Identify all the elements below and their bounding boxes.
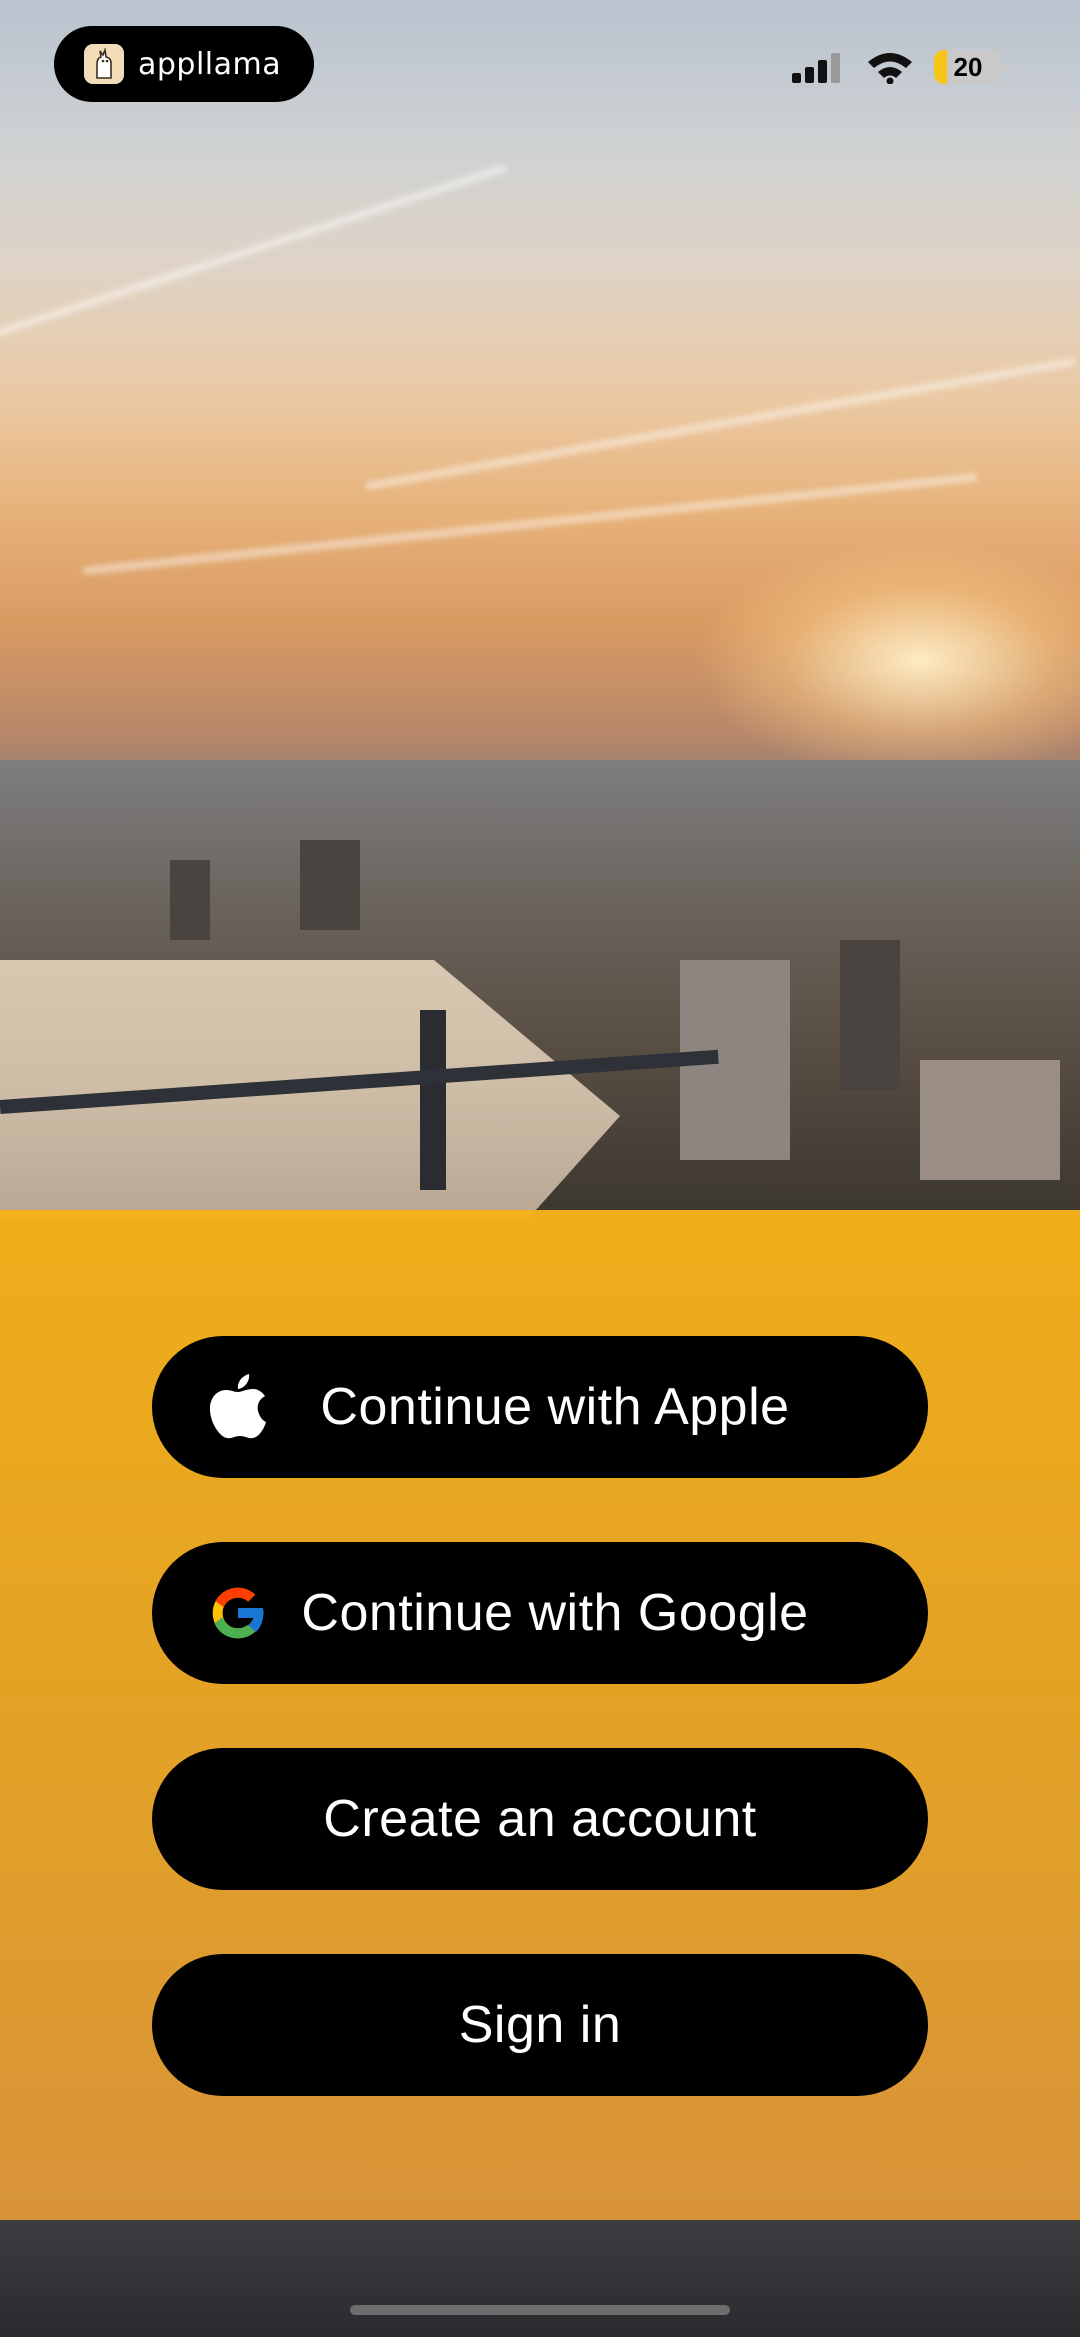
building	[840, 940, 900, 1090]
battery-cap	[1005, 61, 1010, 73]
llama-logo-icon	[84, 44, 124, 84]
building	[300, 840, 360, 930]
app-name: appllama	[138, 46, 282, 82]
sign-in-label: Sign in	[458, 1996, 622, 2054]
building	[170, 860, 210, 940]
apple-button-label: Continue with Apple	[320, 1378, 790, 1436]
create-account-button[interactable]: Create an account	[152, 1748, 928, 1890]
google-button-label: Continue with Google	[301, 1584, 809, 1642]
wifi-icon	[868, 53, 912, 84]
status-icons: 20	[792, 50, 1010, 84]
apple-logo-icon	[202, 1371, 274, 1443]
sunset-sky	[0, 0, 1080, 800]
home-indicator[interactable]	[350, 2305, 730, 2315]
continue-with-apple-button[interactable]: Continue with Apple	[152, 1336, 928, 1478]
building	[920, 1060, 1060, 1180]
battery-icon: 20	[934, 50, 1002, 84]
create-account-label: Create an account	[323, 1790, 757, 1848]
app-badge[interactable]: appllama	[54, 26, 314, 102]
bridge-tower	[420, 1010, 446, 1190]
battery-level: 20	[953, 51, 983, 82]
continue-with-google-button[interactable]: Continue with Google	[152, 1542, 928, 1684]
sign-in-button[interactable]: Sign in	[152, 1954, 928, 2096]
google-logo-icon	[202, 1577, 274, 1649]
cellular-signal-icon	[792, 53, 840, 83]
city-bottom-strip	[0, 2220, 1080, 2337]
